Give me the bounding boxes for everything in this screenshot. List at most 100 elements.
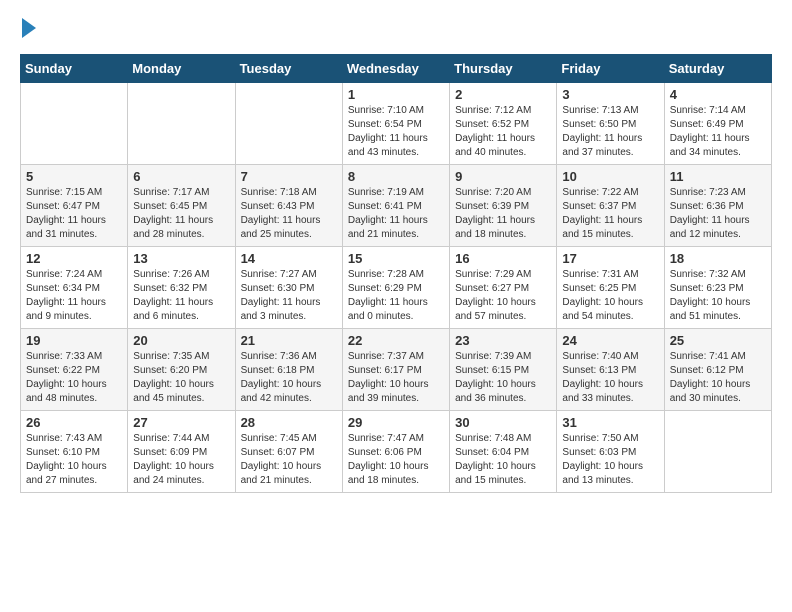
day-info: Sunrise: 7:19 AM Sunset: 6:41 PM Dayligh… [348,186,444,242]
calendar-cell: 17 Sunrise: 7:31 AM Sunset: 6:25 PM Dayli… [557,247,664,329]
calendar-cell: 29Sunrise: 7:47 AM Sunset: 6:06 PM Dayli… [342,411,449,493]
calendar-table: SundayMondayTuesdayWednesdayThursdayFrid… [20,54,772,493]
day-header-sunday: Sunday [21,55,128,83]
day-number: 21 [241,333,337,348]
day-number: 7 [241,169,337,184]
calendar-cell [128,83,235,165]
calendar-cell: 23 Sunrise: 7:39 AM Sunset: 6:15 PM Dayli… [450,329,557,411]
day-info: Sunrise: 7:22 AM Sunset: 6:37 PM Dayligh… [562,186,658,242]
day-number: 15 [348,251,444,266]
calendar-week-row: 19 Sunrise: 7:33 AM Sunset: 6:22 PM Dayli… [21,329,772,411]
day-number: 16 [455,251,551,266]
day-info: Sunrise: 7:24 AM Sunset: 6:34 PM Dayligh… [26,268,122,324]
day-number: 26 [26,415,122,430]
calendar-cell: 22 Sunrise: 7:37 AM Sunset: 6:17 PM Dayli… [342,329,449,411]
day-number: 5 [26,169,122,184]
logo-arrow-icon [22,18,36,38]
day-info: Sunrise: 7:14 AM Sunset: 6:49 PM Dayligh… [670,104,766,160]
calendar-cell: 12 Sunrise: 7:24 AM Sunset: 6:34 PM Dayli… [21,247,128,329]
calendar-cell: 27 Sunrise: 7:44 AM Sunset: 6:09 PM Dayli… [128,411,235,493]
day-info: Sunrise: 7:45 AM Sunset: 6:07 PM Dayligh… [241,432,337,488]
day-number: 6 [133,169,229,184]
day-number: 28 [241,415,337,430]
day-number: 2 [455,87,551,102]
calendar-cell: 21 Sunrise: 7:36 AM Sunset: 6:18 PM Dayli… [235,329,342,411]
day-header-wednesday: Wednesday [342,55,449,83]
calendar-cell: 13Sunrise: 7:26 AM Sunset: 6:32 PM Dayli… [128,247,235,329]
day-info: Sunrise: 7:37 AM Sunset: 6:17 PM Dayligh… [348,350,444,406]
day-number: 20 [133,333,229,348]
day-number: 10 [562,169,658,184]
day-info: Sunrise: 7:50 AM Sunset: 6:03 PM Dayligh… [562,432,658,488]
day-info: Sunrise: 7:36 AM Sunset: 6:18 PM Dayligh… [241,350,337,406]
day-number: 3 [562,87,658,102]
day-header-thursday: Thursday [450,55,557,83]
day-info: Sunrise: 7:17 AM Sunset: 6:45 PM Dayligh… [133,186,229,242]
calendar-cell: 25Sunrise: 7:41 AM Sunset: 6:12 PM Dayli… [664,329,771,411]
day-info: Sunrise: 7:48 AM Sunset: 6:04 PM Dayligh… [455,432,551,488]
day-number: 17 [562,251,658,266]
day-info: Sunrise: 7:13 AM Sunset: 6:50 PM Dayligh… [562,104,658,160]
day-number: 30 [455,415,551,430]
day-info: Sunrise: 7:10 AM Sunset: 6:54 PM Dayligh… [348,104,444,160]
calendar-week-row: 26 Sunrise: 7:43 AM Sunset: 6:10 PM Dayli… [21,411,772,493]
calendar-cell: 3 Sunrise: 7:13 AM Sunset: 6:50 PM Daylig… [557,83,664,165]
day-header-friday: Friday [557,55,664,83]
day-info: Sunrise: 7:33 AM Sunset: 6:22 PM Dayligh… [26,350,122,406]
calendar-cell: 19 Sunrise: 7:33 AM Sunset: 6:22 PM Dayli… [21,329,128,411]
day-info: Sunrise: 7:26 AM Sunset: 6:32 PM Dayligh… [133,268,229,324]
day-info: Sunrise: 7:44 AM Sunset: 6:09 PM Dayligh… [133,432,229,488]
day-info: Sunrise: 7:40 AM Sunset: 6:13 PM Dayligh… [562,350,658,406]
calendar-cell: 28 Sunrise: 7:45 AM Sunset: 6:07 PM Dayli… [235,411,342,493]
day-info: Sunrise: 7:39 AM Sunset: 6:15 PM Dayligh… [455,350,551,406]
day-info: Sunrise: 7:43 AM Sunset: 6:10 PM Dayligh… [26,432,122,488]
calendar-header-row: SundayMondayTuesdayWednesdayThursdayFrid… [21,55,772,83]
day-header-saturday: Saturday [664,55,771,83]
calendar-cell: 5 Sunrise: 7:15 AM Sunset: 6:47 PM Daylig… [21,165,128,247]
header [20,20,772,38]
day-info: Sunrise: 7:12 AM Sunset: 6:52 PM Dayligh… [455,104,551,160]
calendar-cell: 4 Sunrise: 7:14 AM Sunset: 6:49 PM Daylig… [664,83,771,165]
day-number: 27 [133,415,229,430]
day-number: 9 [455,169,551,184]
day-info: Sunrise: 7:15 AM Sunset: 6:47 PM Dayligh… [26,186,122,242]
calendar-cell: 14 Sunrise: 7:27 AM Sunset: 6:30 PM Dayli… [235,247,342,329]
day-number: 18 [670,251,766,266]
day-number: 11 [670,169,766,184]
day-number: 31 [562,415,658,430]
day-info: Sunrise: 7:47 AM Sunset: 6:06 PM Dayligh… [348,432,444,488]
day-number: 24 [562,333,658,348]
day-number: 4 [670,87,766,102]
day-header-monday: Monday [128,55,235,83]
calendar-cell [235,83,342,165]
calendar-cell [664,411,771,493]
logo [20,20,36,38]
day-info: Sunrise: 7:28 AM Sunset: 6:29 PM Dayligh… [348,268,444,324]
calendar-cell: 24 Sunrise: 7:40 AM Sunset: 6:13 PM Dayli… [557,329,664,411]
day-info: Sunrise: 7:35 AM Sunset: 6:20 PM Dayligh… [133,350,229,406]
day-number: 14 [241,251,337,266]
calendar-cell: 31 Sunrise: 7:50 AM Sunset: 6:03 PM Dayli… [557,411,664,493]
day-info: Sunrise: 7:32 AM Sunset: 6:23 PM Dayligh… [670,268,766,324]
day-info: Sunrise: 7:23 AM Sunset: 6:36 PM Dayligh… [670,186,766,242]
day-info: Sunrise: 7:31 AM Sunset: 6:25 PM Dayligh… [562,268,658,324]
day-info: Sunrise: 7:29 AM Sunset: 6:27 PM Dayligh… [455,268,551,324]
day-number: 23 [455,333,551,348]
calendar-cell: 26 Sunrise: 7:43 AM Sunset: 6:10 PM Dayli… [21,411,128,493]
day-info: Sunrise: 7:27 AM Sunset: 6:30 PM Dayligh… [241,268,337,324]
calendar-cell: 2 Sunrise: 7:12 AM Sunset: 6:52 PM Daylig… [450,83,557,165]
day-number: 12 [26,251,122,266]
calendar-cell: 1Sunrise: 7:10 AM Sunset: 6:54 PM Daylig… [342,83,449,165]
day-number: 22 [348,333,444,348]
calendar-cell [21,83,128,165]
calendar-week-row: 1Sunrise: 7:10 AM Sunset: 6:54 PM Daylig… [21,83,772,165]
calendar-cell: 9 Sunrise: 7:20 AM Sunset: 6:39 PM Daylig… [450,165,557,247]
calendar-week-row: 5 Sunrise: 7:15 AM Sunset: 6:47 PM Daylig… [21,165,772,247]
calendar-cell: 30 Sunrise: 7:48 AM Sunset: 6:04 PM Dayli… [450,411,557,493]
day-number: 19 [26,333,122,348]
day-info: Sunrise: 7:41 AM Sunset: 6:12 PM Dayligh… [670,350,766,406]
day-header-tuesday: Tuesday [235,55,342,83]
day-info: Sunrise: 7:20 AM Sunset: 6:39 PM Dayligh… [455,186,551,242]
day-info: Sunrise: 7:18 AM Sunset: 6:43 PM Dayligh… [241,186,337,242]
calendar-cell: 11 Sunrise: 7:23 AM Sunset: 6:36 PM Dayli… [664,165,771,247]
